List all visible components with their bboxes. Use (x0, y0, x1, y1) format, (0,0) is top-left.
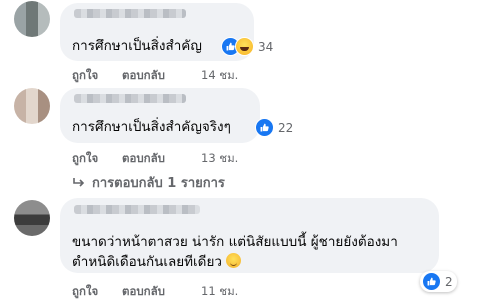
like-action[interactable]: ถูกใจ (72, 67, 98, 85)
commenter-name-blurred[interactable] (74, 9, 186, 18)
reaction-summary[interactable]: 22 (255, 118, 293, 137)
view-replies-link[interactable]: การตอบกลับ 1 รายการ (72, 172, 225, 193)
reaction-summary[interactable]: 2 (420, 271, 457, 292)
commenter-avatar[interactable] (14, 1, 50, 37)
like-action[interactable]: ถูกใจ (72, 283, 98, 301)
reply-action[interactable]: ตอบกลับ (122, 283, 165, 301)
commenter-name-blurred[interactable] (74, 94, 186, 103)
comment-text-line: ขนาดว่าหน้าตาสวย น่ารัก แต่นิสัยแบบนี้ ผ… (72, 234, 398, 250)
reply-arrow-icon (73, 177, 85, 187)
like-action[interactable]: ถูกใจ (72, 150, 98, 168)
comment-text: การศึกษาเป็นสิ่งสำคัญจริงๆ (72, 119, 231, 135)
commenter-avatar[interactable] (14, 200, 50, 236)
comment-timestamp[interactable]: 14 ชม. (201, 67, 238, 85)
haha-icon (235, 37, 254, 56)
smile-emoji-icon (225, 253, 241, 268)
reply-action[interactable]: ตอบกลับ (122, 150, 165, 168)
reaction-summary[interactable]: 34 (221, 37, 273, 56)
comment-text: การศึกษาเป็นสิ่งสำคัญ (72, 38, 202, 54)
comment-timestamp[interactable]: 11 ชม. (201, 283, 238, 301)
like-icon (255, 118, 274, 137)
reaction-count: 22 (278, 120, 294, 135)
replies-count-label: การตอบกลับ 1 รายการ (92, 176, 225, 191)
reaction-count: 2 (445, 274, 453, 289)
commenter-name-blurred[interactable] (74, 205, 200, 214)
like-icon (422, 272, 441, 291)
comment-timestamp[interactable]: 13 ชม. (201, 150, 238, 168)
comment-text-line: ตำหนิดิเดือนกันเลยทีเดียว (72, 252, 241, 272)
commenter-avatar[interactable] (14, 88, 50, 124)
reaction-count: 34 (258, 39, 274, 54)
reply-action[interactable]: ตอบกลับ (122, 67, 165, 85)
